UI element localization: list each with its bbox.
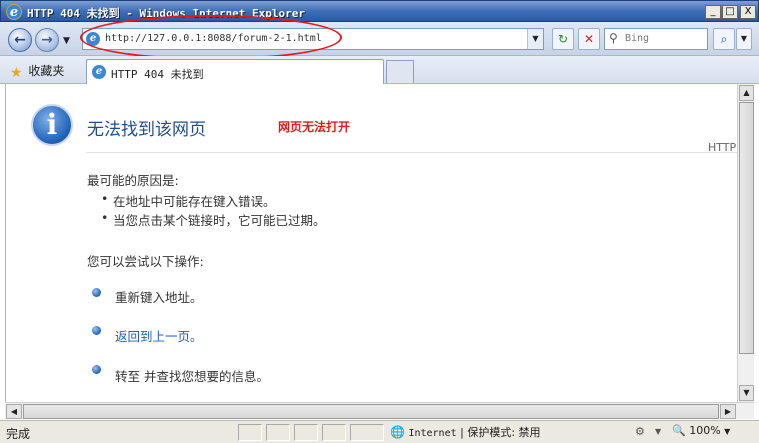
vertical-scrollbar[interactable]: ▲ ▼ bbox=[737, 84, 754, 402]
status-text: 完成 bbox=[6, 427, 31, 441]
refresh-button[interactable]: ↻ bbox=[552, 28, 574, 50]
favorites-button[interactable]: ★ 收藏夹 bbox=[10, 62, 64, 81]
search-placeholder[interactable]: Bing bbox=[625, 33, 649, 44]
zoom-dropdown-icon[interactable]: ▼ bbox=[724, 427, 730, 436]
back-link[interactable]: 返回到上一页。 bbox=[115, 326, 203, 345]
cause-item: 在地址中可能存在键入错误。 bbox=[101, 191, 275, 210]
tab-label: HTTP 404 未找到 bbox=[111, 68, 204, 81]
minimize-button[interactable]: _ bbox=[705, 5, 721, 19]
status-cell bbox=[294, 424, 318, 441]
status-cell bbox=[266, 424, 290, 441]
vertical-scroll-thumb[interactable] bbox=[739, 102, 754, 354]
maximize-button[interactable]: □ bbox=[722, 5, 738, 19]
tab-bar: ★ 收藏夹 e HTTP 404 未找到 bbox=[0, 56, 759, 84]
scroll-down-icon[interactable]: ▼ bbox=[739, 385, 754, 401]
title-bar: e HTTP 404 未找到 - Windows Internet Explor… bbox=[0, 0, 759, 22]
option-goto-search: 转至 并查找您想要的信息。 bbox=[115, 369, 269, 384]
globe-icon: 🌐 bbox=[390, 425, 405, 439]
favorites-label: 收藏夹 bbox=[28, 64, 65, 78]
recent-pages-dropdown-icon[interactable]: ▼ bbox=[63, 36, 70, 46]
search-box[interactable]: ⚲ Bing bbox=[604, 28, 708, 50]
status-cell bbox=[322, 424, 346, 441]
bullet-icon bbox=[92, 326, 101, 335]
zoom-control[interactable]: 🔍 100% ▼ bbox=[672, 424, 730, 437]
ie-logo-icon: e bbox=[6, 4, 22, 20]
bullet-icon bbox=[92, 288, 101, 297]
tools-dropdown-icon[interactable]: ▼ bbox=[655, 427, 661, 436]
search-options-dropdown-icon[interactable]: ▼ bbox=[736, 28, 752, 50]
forward-button[interactable]: → bbox=[35, 28, 59, 52]
search-icon: ⚲ bbox=[609, 31, 618, 45]
status-cell bbox=[238, 424, 262, 441]
zoom-level: 100% bbox=[689, 424, 721, 437]
causes-heading: 最可能的原因是: bbox=[87, 173, 179, 188]
tools-icon[interactable]: ⚙ bbox=[635, 425, 645, 438]
divider bbox=[86, 152, 737, 153]
try-heading: 您可以尝试以下操作: bbox=[87, 254, 204, 269]
annotation-text: 网页无法打开 bbox=[278, 120, 351, 134]
security-zone[interactable]: 🌐 Internet | 保护模式: 禁用 bbox=[390, 424, 541, 441]
annotation-ellipse bbox=[80, 15, 342, 60]
bullet-icon bbox=[92, 365, 101, 374]
address-dropdown-icon[interactable]: ▼ bbox=[527, 29, 543, 49]
zoom-icon: 🔍 bbox=[672, 424, 686, 437]
page-content: i 无法找到该网页 网页无法打开 HTTP 最可能的原因是: 在地址中可能存在键… bbox=[5, 84, 737, 402]
scroll-up-icon[interactable]: ▲ bbox=[739, 85, 754, 101]
scroll-left-icon[interactable]: ◀ bbox=[6, 404, 22, 419]
scroll-right-icon[interactable]: ▶ bbox=[720, 404, 736, 419]
cause-item: 当您点击某个链接时，它可能已过期。 bbox=[101, 210, 325, 229]
tab-favicon-icon: e bbox=[92, 65, 106, 79]
close-button[interactable]: X bbox=[740, 5, 756, 19]
stop-button[interactable]: ✕ bbox=[578, 28, 600, 50]
zone-label: Internet bbox=[408, 428, 457, 439]
search-go-button[interactable]: ⌕ bbox=[713, 28, 735, 50]
option-retype-address: 重新键入地址。 bbox=[115, 290, 203, 305]
status-bar: 完成 🌐 Internet | 保护模式: 禁用 ⚙ ▼ 🔍 100% ▼ bbox=[0, 420, 759, 443]
new-tab-button[interactable] bbox=[386, 60, 414, 83]
status-cell bbox=[350, 424, 384, 441]
tab-active[interactable]: e HTTP 404 未找到 bbox=[86, 59, 384, 84]
info-icon: i bbox=[31, 104, 73, 146]
error-title: 无法找到该网页 bbox=[87, 120, 206, 140]
horizontal-scroll-thumb[interactable] bbox=[23, 404, 719, 419]
favorites-star-icon: ★ bbox=[10, 65, 23, 81]
protected-mode-label: 保护模式: 禁用 bbox=[467, 426, 541, 439]
horizontal-scrollbar[interactable]: ◀ ▶ bbox=[5, 402, 754, 419]
back-button[interactable]: ← bbox=[8, 28, 32, 52]
